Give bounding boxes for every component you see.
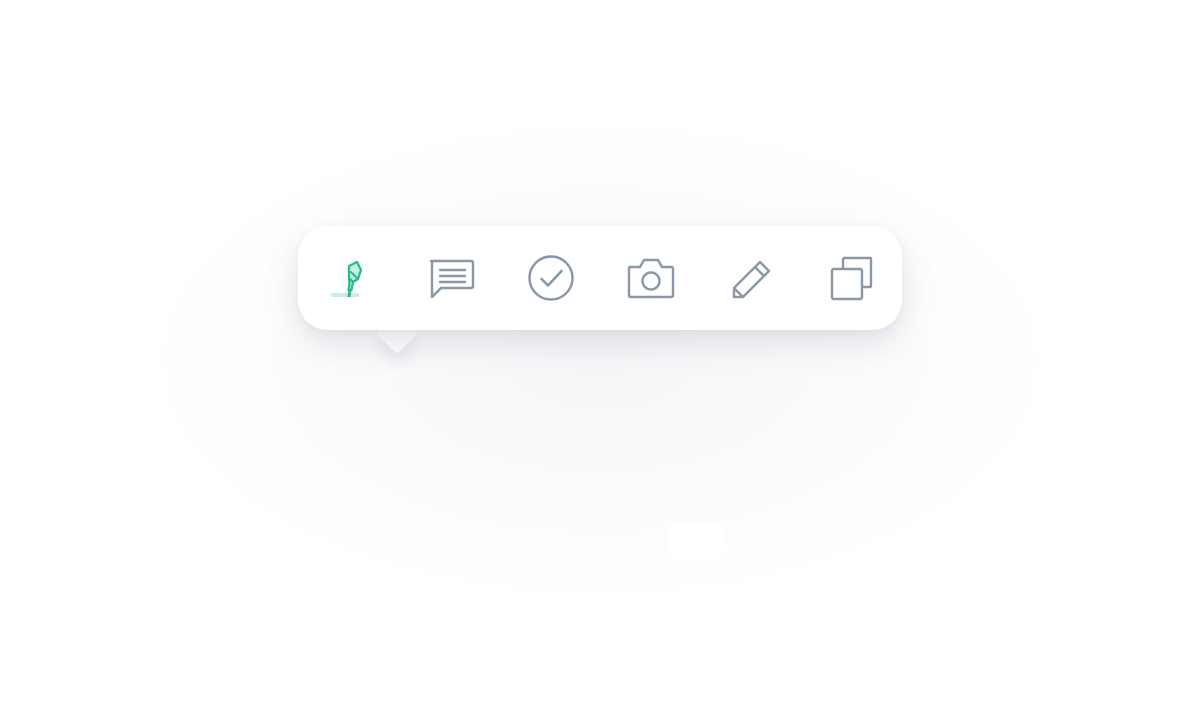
edit-button[interactable] bbox=[722, 249, 780, 307]
highlighter-icon bbox=[331, 260, 363, 297]
annotation-toolbar bbox=[298, 226, 902, 556]
background-glow bbox=[150, 120, 1050, 600]
check-circle-icon bbox=[528, 255, 574, 301]
canvas bbox=[0, 0, 1198, 720]
pencil-icon bbox=[732, 260, 771, 299]
comment-button[interactable] bbox=[422, 249, 480, 307]
toolbar-pointer-cover bbox=[668, 526, 724, 556]
comment-icon bbox=[429, 259, 475, 299]
copy-button[interactable] bbox=[822, 249, 880, 307]
approve-button[interactable] bbox=[522, 249, 580, 307]
copy-icon bbox=[830, 256, 873, 301]
camera-icon bbox=[627, 258, 675, 299]
screenshot-button[interactable] bbox=[622, 249, 680, 307]
highlight-button[interactable] bbox=[322, 249, 380, 307]
